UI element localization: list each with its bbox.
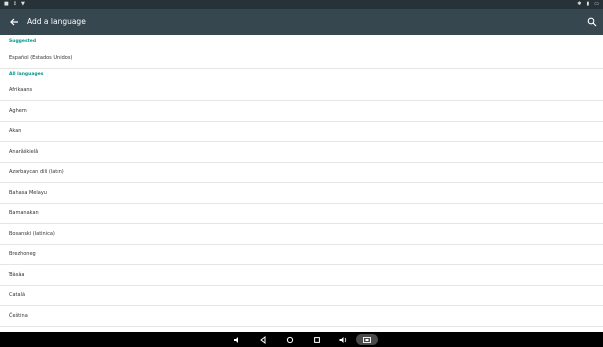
- language-list[interactable]: Suggested Español (Estados Unidos) All l…: [0, 35, 603, 332]
- screenshot-icon[interactable]: [362, 335, 372, 345]
- battery-icon: ▭: [594, 1, 599, 7]
- list-item-language[interactable]: Azərbaycan dili (latın): [0, 162, 603, 183]
- list-item-suggested[interactable]: Español (Estados Unidos): [0, 48, 603, 69]
- list-item-language[interactable]: Bosanski (latinica): [0, 224, 603, 245]
- status-icons-left: ■ ↕ ▼: [4, 1, 25, 7]
- list-item-language[interactable]: Afrikaans: [0, 80, 603, 101]
- list-item-language[interactable]: Bamanakan: [0, 203, 603, 224]
- list-item-language[interactable]: Anarâškielâ: [0, 142, 603, 163]
- list-item-language[interactable]: Aghem: [0, 101, 603, 122]
- section-header-suggested: Suggested: [9, 39, 37, 44]
- sync-icon: ↕: [12, 1, 17, 7]
- list-item-label: Bosanski (latinica): [9, 231, 55, 237]
- app-bar: Add a language: [0, 9, 603, 35]
- volume-up-icon[interactable]: [338, 335, 348, 345]
- list-item-label: Aghem: [9, 108, 27, 114]
- list-item-label: Bamanakan: [9, 210, 39, 216]
- bluetooth-icon: ✱: [577, 1, 582, 7]
- list-item-label: Azərbaycan dili (latın): [9, 169, 64, 175]
- list-item-language[interactable]: Čeština: [0, 306, 603, 327]
- download-icon: ▼: [20, 1, 25, 7]
- list-item-language[interactable]: Akan: [0, 121, 603, 142]
- page-title: Add a language: [27, 17, 86, 26]
- home-icon[interactable]: [285, 335, 295, 345]
- list-item-label: Català: [9, 292, 26, 298]
- volume-down-icon[interactable]: [232, 335, 242, 345]
- status-icons-right: ✱ ▮ ▭: [577, 1, 599, 7]
- list-item-label: Afrikaans: [9, 87, 33, 93]
- list-item-label: Español (Estados Unidos): [9, 55, 73, 61]
- navigation-bar: [0, 332, 603, 347]
- signal-icon: ▮: [586, 1, 590, 7]
- list-item-label: Bahasa Melayu: [9, 190, 47, 196]
- list-item-label: Anarâškielâ: [9, 149, 39, 155]
- list-item-label: Ɓàsàa: [9, 272, 25, 278]
- section-header-all-languages: All languages: [9, 72, 44, 77]
- back-nav-icon[interactable]: [258, 335, 268, 345]
- list-item-label: Akan: [9, 128, 22, 134]
- list-item-label: Čeština: [9, 313, 28, 319]
- arrow-back-icon[interactable]: [8, 16, 20, 28]
- list-item-language[interactable]: Català: [0, 285, 603, 306]
- list-item-language[interactable]: Ɓàsàa: [0, 265, 603, 286]
- list-item-language[interactable]: Brezhoneg: [0, 244, 603, 265]
- recents-icon[interactable]: [312, 335, 322, 345]
- search-icon[interactable]: [587, 17, 597, 27]
- notification-icon: ■: [4, 1, 9, 7]
- list-item-language[interactable]: Bahasa Melayu: [0, 183, 603, 204]
- list-item-label: Brezhoneg: [9, 251, 36, 257]
- status-bar: ■ ↕ ▼ ✱ ▮ ▭: [0, 0, 603, 9]
